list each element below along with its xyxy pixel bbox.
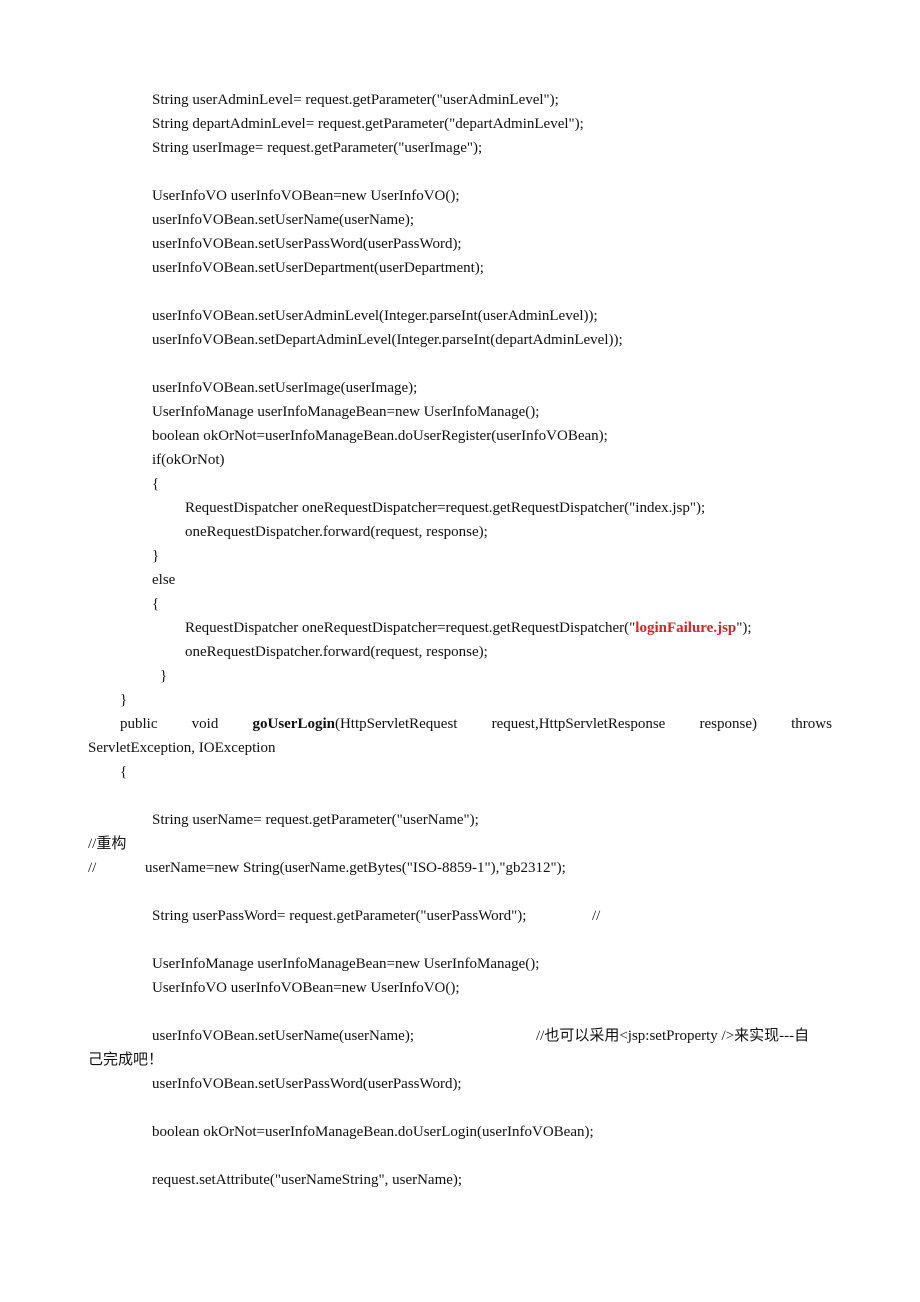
code-line: userInfoVOBean.setUserDepartment(userDep… [152, 260, 484, 276]
code-line: RequestDispatcher oneRequestDispatcher=r… [185, 500, 706, 516]
method-name: goUserLogin [252, 716, 335, 732]
method-name-group: goUserLogin(HttpServletRequest [252, 714, 457, 734]
code-line: } [120, 692, 128, 708]
code-line: String userPassWord= request.getParamete… [152, 908, 527, 924]
code-line: userInfoVOBean.setUserPassWord(userPassW… [152, 1076, 462, 1092]
code-line: String userImage= request.getParameter("… [152, 140, 483, 156]
comment-marker: // [592, 908, 601, 924]
code-line: userInfoVOBean.setDepartAdminLevel(Integ… [152, 332, 623, 348]
code-line: { [120, 764, 128, 780]
code-line: userName=new String(userName.getBytes("I… [145, 860, 566, 876]
code-line: String userAdminLevel= request.getParame… [152, 92, 559, 108]
code-line: UserInfoManage userInfoManageBean=new Us… [152, 956, 540, 972]
comment-marker: // [88, 860, 97, 876]
keyword: throws [791, 716, 832, 732]
code-line: else [152, 572, 176, 588]
comment-text: 己完成吧！ [88, 1052, 164, 1068]
code-line: boolean okOrNot=userInfoManageBean.doUse… [152, 428, 608, 444]
code-line: UserInfoVO userInfoVOBean=new UserInfoVO… [152, 188, 460, 204]
keyword: void [191, 716, 219, 732]
code-line: userInfoVOBean.setUserPassWord(userPassW… [152, 236, 462, 252]
code-line: { [152, 476, 160, 492]
code-text: request,HttpServletResponse [491, 716, 666, 732]
code-line: UserInfoManage userInfoManageBean=new Us… [152, 404, 540, 420]
code-text: response) [699, 716, 757, 732]
code-line: userInfoVOBean.setUserName(userName); [152, 212, 414, 228]
code-text: (HttpServletRequest [334, 716, 458, 732]
code-line: UserInfoVO userInfoVOBean=new UserInfoVO… [152, 980, 460, 996]
code-text: RequestDispatcher oneRequestDispatcher=r… [185, 620, 636, 636]
code-text: "); [736, 620, 752, 636]
comment-text: //也可以采用<jsp:setProperty />来实现---自 [536, 1028, 810, 1044]
method-signature: public void goUserLogin(HttpServletReque… [120, 714, 832, 734]
highlighted-filename: loginFailure.jsp [635, 620, 737, 636]
code-line: if(okOrNot) [152, 452, 225, 468]
code-line: oneRequestDispatcher.forward(request, re… [185, 644, 488, 660]
code-line: oneRequestDispatcher.forward(request, re… [185, 524, 488, 540]
code-line: } [152, 548, 160, 564]
code-line: request.setAttribute("userNameString", u… [152, 1172, 463, 1188]
code-line-failure: RequestDispatcher oneRequestDispatcher=r… [185, 618, 752, 638]
code-line: userInfoVOBean.setUserName(userName); [152, 1028, 414, 1044]
keyword: public [120, 716, 158, 732]
code-line: userInfoVOBean.setUserAdminLevel(Integer… [152, 308, 598, 324]
code-line: String userName= request.getParameter("u… [152, 812, 479, 828]
code-line: userInfoVOBean.setUserImage(userImage); [152, 380, 418, 396]
code-line: boolean okOrNot=userInfoManageBean.doUse… [152, 1124, 594, 1140]
code-line: } [160, 668, 168, 684]
comment-line: //重构 [88, 836, 127, 852]
code-line: ServletException, IOException [88, 740, 276, 756]
code-line: String departAdminLevel= request.getPara… [152, 116, 584, 132]
code-line: { [152, 596, 160, 612]
